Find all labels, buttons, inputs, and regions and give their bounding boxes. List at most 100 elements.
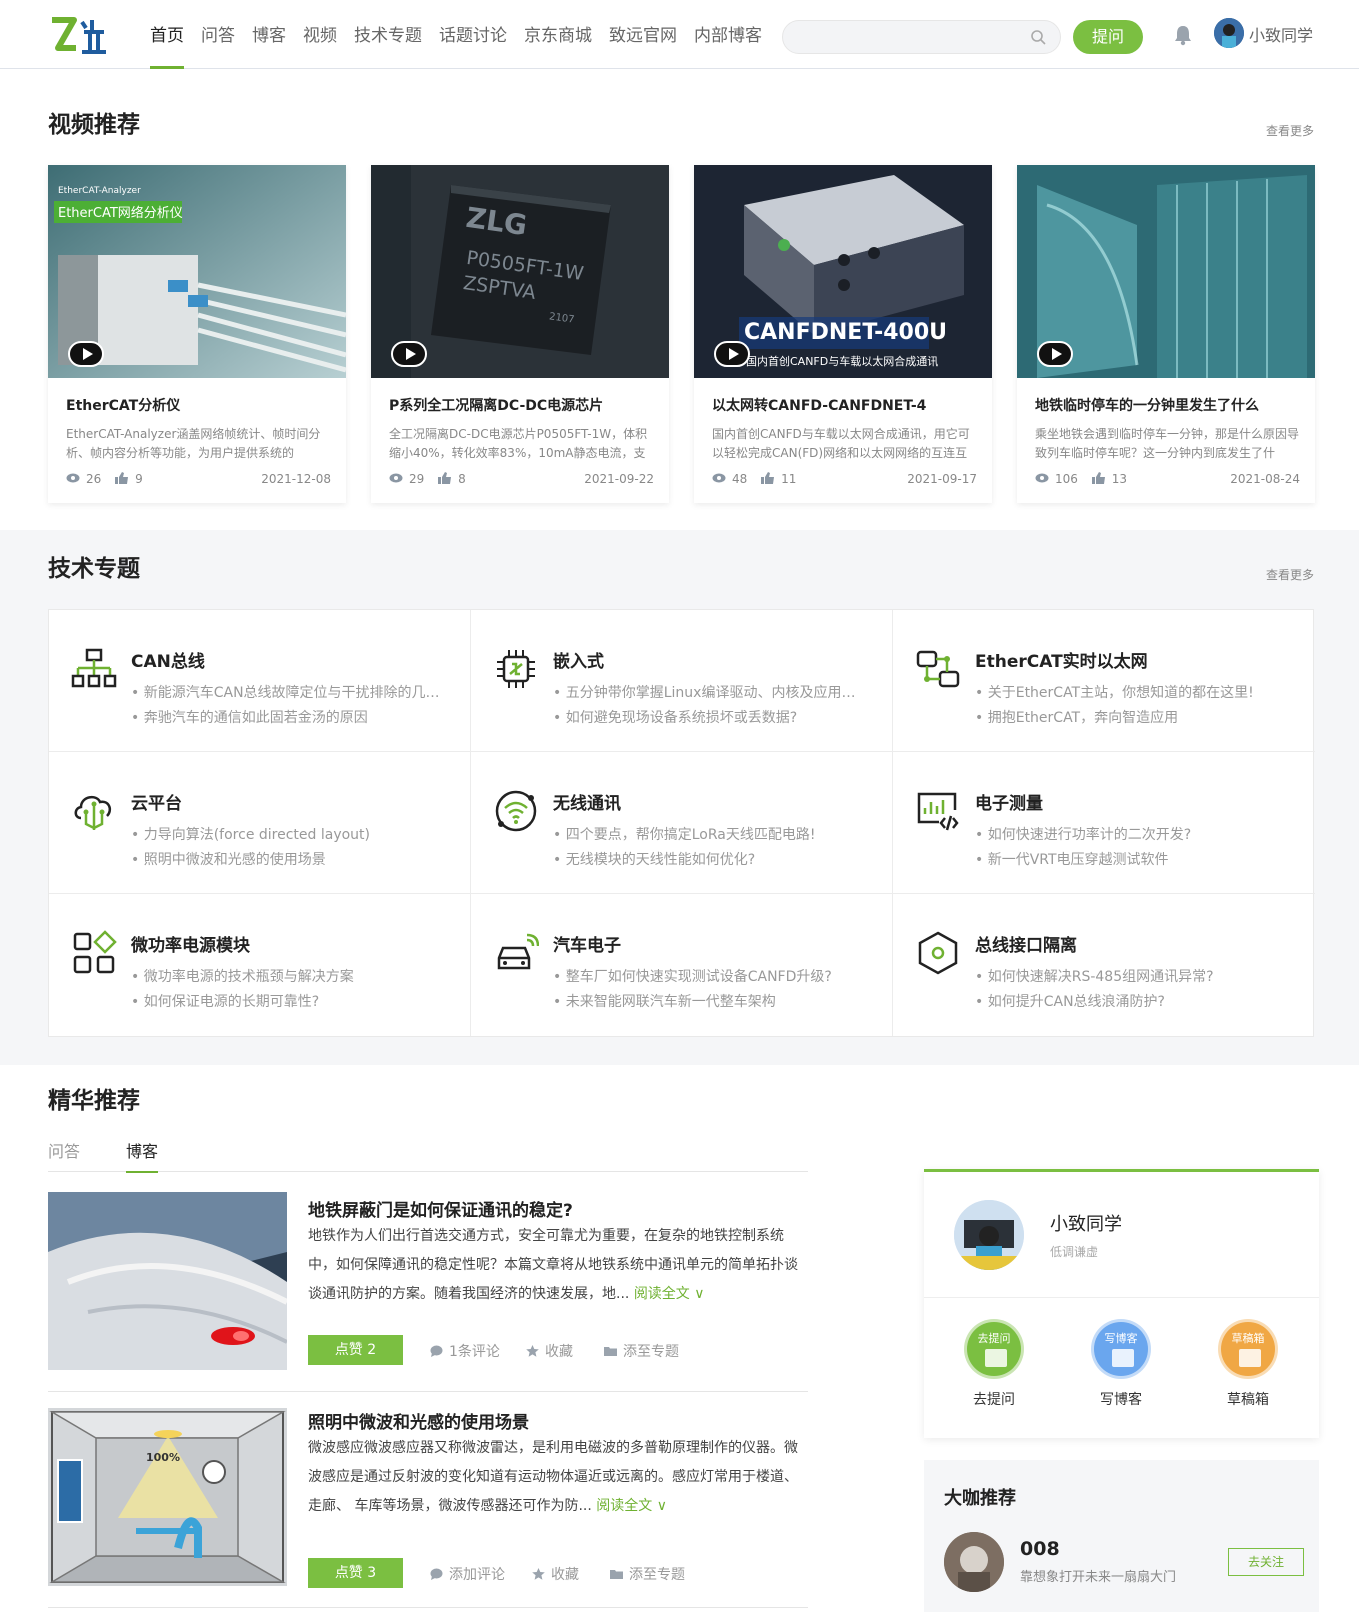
topic-article-link[interactable]: • 力导向算法(force directed layout)	[131, 824, 441, 844]
topic-article-link[interactable]: • 未来智能网联汽车新一代整车架构	[553, 991, 863, 1011]
post-image[interactable]	[48, 1192, 287, 1370]
topic-card[interactable]: 微功率电源模块 • 微功率电源的技术瓶颈与解决方案 • 如何保证电源的长期可靠性…	[49, 894, 471, 1036]
topic-article-link[interactable]: • 五分钟带你掌握Linux编译驱动、内核及应用程序	[553, 682, 863, 702]
nav-topics[interactable]: 技术专题	[354, 0, 422, 69]
play-icon[interactable]	[68, 341, 104, 367]
topic-article-link[interactable]: • 如何保证电源的长期可靠性?	[131, 991, 441, 1011]
topic-name[interactable]: 总线接口隔离	[975, 931, 1077, 956]
topic-article-link[interactable]: • 如何快速解决RS-485组网通讯异常?	[975, 966, 1285, 986]
pen-icon[interactable]: 写博客	[1091, 1319, 1151, 1379]
expert-name[interactable]: 008	[1020, 1538, 1060, 1560]
topic-article-link[interactable]: • 如何避免现场设备系统损坏或丢数据?	[553, 707, 863, 727]
video-thumbnail[interactable]	[1017, 165, 1315, 378]
z-station-logo[interactable]	[48, 14, 112, 58]
thumbs-up-icon[interactable]	[438, 472, 452, 484]
nav-discussion[interactable]: 话题讨论	[439, 0, 507, 69]
video-card[interactable]: ZLG P0505FT-1W ZSPTVA 2107 P系列全工况隔离DC-DC…	[371, 165, 669, 503]
topic-name[interactable]: EtherCAT实时以太网	[975, 647, 1148, 672]
topic-name[interactable]: 云平台	[131, 789, 182, 814]
video-card[interactable]: EtherCAT-Analyzer EtherCAT网络分析仪 EtherCAT…	[48, 165, 346, 503]
video-title[interactable]: P系列全工况隔离DC-DC电源芯片	[389, 395, 603, 415]
video-thumbnail[interactable]: EtherCAT-Analyzer EtherCAT网络分析仪	[48, 165, 346, 378]
avatar[interactable]	[954, 1200, 1024, 1270]
topic-article-link[interactable]: • 整车厂如何快速实现测试设备CANFD升级?	[553, 966, 863, 986]
user-name[interactable]: 小致同学	[1050, 1210, 1122, 1236]
topic-article-link[interactable]: • 照明中微波和光感的使用场景	[131, 849, 441, 869]
ask-button[interactable]: 提问	[1073, 20, 1143, 54]
topic-card[interactable]: 电子测量 • 如何快速进行功率计的二次开发? • 新一代VRT电压穿越测试软件	[893, 752, 1315, 894]
topic-card[interactable]: CAN总线 • 新能源汽车CAN总线故障定位与干扰排除的几… • 奔驰汽车的通信…	[49, 610, 471, 752]
topic-article-link[interactable]: • 无线模块的天线性能如何优化?	[553, 849, 863, 869]
read-more-link[interactable]: 阅读全文 ∨	[596, 1498, 667, 1514]
topics-more-link[interactable]: 查看更多	[1266, 566, 1314, 583]
avatar[interactable]	[1214, 18, 1244, 48]
thumbs-up-icon[interactable]	[1091, 472, 1106, 484]
collect-button[interactable]: 收藏	[526, 1341, 573, 1361]
collect-button[interactable]: 收藏	[532, 1564, 579, 1584]
topic-article-link[interactable]: • 微功率电源的技术瓶颈与解决方案	[131, 966, 441, 986]
topic-article-link[interactable]: • 新一代VRT电压穿越测试软件	[975, 849, 1285, 869]
like-button[interactable]: 点赞 3	[308, 1558, 403, 1588]
topic-card[interactable]: EtherCAT实时以太网 • 关于EtherCAT主站，你想知道的都在这里! …	[893, 610, 1315, 752]
add-to-topic-button[interactable]: 添至专题	[604, 1341, 679, 1361]
nav-video[interactable]: 视频	[303, 0, 337, 69]
tab-blog[interactable]: 博客	[126, 1138, 159, 1173]
nav-internal-blog[interactable]: 内部博客	[694, 0, 762, 69]
topic-name[interactable]: 嵌入式	[553, 647, 604, 672]
bell-icon[interactable]	[1173, 24, 1193, 46]
document-icon[interactable]: 草稿箱	[1218, 1319, 1278, 1379]
nav-home[interactable]: 首页	[150, 0, 184, 69]
topic-name[interactable]: 无线通讯	[553, 789, 621, 814]
post-title[interactable]: 地铁屏蔽门是如何保证通讯的稳定?	[308, 1196, 573, 1221]
topic-card[interactable]: 嵌入式 • 五分钟带你掌握Linux编译驱动、内核及应用程序 • 如何避免现场设…	[471, 610, 893, 752]
video-thumbnail[interactable]: CANFDNET-400U 国内首创CANFD与车载以太网合成通讯	[694, 165, 992, 378]
topic-article-link[interactable]: • 如何快速进行功率计的二次开发?	[975, 824, 1285, 844]
post-title[interactable]: 照明中微波和光感的使用场景	[308, 1408, 529, 1433]
ask-icon[interactable]: 去提问	[964, 1319, 1024, 1379]
header-username[interactable]: 小致同学	[1249, 22, 1313, 46]
play-icon[interactable]	[391, 341, 427, 367]
thumbs-up-icon[interactable]	[761, 472, 775, 484]
play-icon[interactable]	[1037, 341, 1073, 367]
topic-article-link[interactable]: • 如何提升CAN总线浪涌防护?	[975, 991, 1285, 1011]
topic-name[interactable]: 汽车电子	[553, 931, 621, 956]
topic-article-link[interactable]: • 新能源汽车CAN总线故障定位与干扰排除的几…	[131, 682, 441, 702]
topic-card[interactable]: 无线通讯 • 四个要点，帮你搞定LoRa天线匹配电路! • 无线模块的天线性能如…	[471, 752, 893, 894]
avatar[interactable]	[944, 1532, 1004, 1592]
nav-official-site[interactable]: 致远官网	[609, 0, 677, 69]
tab-qa[interactable]: 问答	[48, 1138, 80, 1172]
topic-name[interactable]: 微功率电源模块	[131, 931, 250, 956]
topic-card[interactable]: 总线接口隔离 • 如何快速解决RS-485组网通讯异常? • 如何提升CAN总线…	[893, 894, 1315, 1036]
search-input[interactable]	[783, 21, 1013, 53]
topic-card[interactable]: 云平台 • 力导向算法(force directed layout) • 照明中…	[49, 752, 471, 894]
thumbs-up-icon[interactable]	[115, 472, 129, 484]
video-card[interactable]: 地铁临时停车的一分钟里发生了什么 乘坐地铁会遇到临时停车一分钟，那是什么原因导致…	[1017, 165, 1315, 503]
topic-article-link[interactable]: • 奔驰汽车的通信如此固若金汤的原因	[131, 707, 441, 727]
write-blog-button[interactable]: 写博客 写博客	[1081, 1319, 1161, 1409]
nav-jd-mall[interactable]: 京东商城	[524, 0, 592, 69]
like-button[interactable]: 点赞 2	[308, 1335, 403, 1365]
drafts-button[interactable]: 草稿箱 草稿箱	[1208, 1319, 1288, 1409]
read-more-link[interactable]: 阅读全文 ∨	[634, 1286, 705, 1302]
video-thumbnail[interactable]: ZLG P0505FT-1W ZSPTVA 2107	[371, 165, 669, 378]
video-title[interactable]: 地铁临时停车的一分钟里发生了什么	[1035, 395, 1259, 415]
search-icon[interactable]	[1030, 29, 1046, 45]
topic-name[interactable]: 电子测量	[975, 789, 1043, 814]
follow-button[interactable]: 去关注	[1228, 1548, 1304, 1576]
topic-article-link[interactable]: • 关于EtherCAT主站，你想知道的都在这里!	[975, 682, 1285, 702]
nav-qa[interactable]: 问答	[201, 0, 235, 69]
video-title[interactable]: EtherCAT分析仪	[66, 395, 180, 415]
comment-button[interactable]: 1条评论	[430, 1341, 500, 1361]
post-image[interactable]: 100%	[48, 1408, 287, 1586]
comment-button[interactable]: 添加评论	[430, 1564, 505, 1584]
topic-article-link[interactable]: • 四个要点，帮你搞定LoRa天线匹配电路!	[553, 824, 863, 844]
topic-article-link[interactable]: • 拥抱EtherCAT，奔向智造应用	[975, 707, 1285, 727]
add-to-topic-button[interactable]: 添至专题	[610, 1564, 685, 1584]
topic-name[interactable]: CAN总线	[131, 647, 205, 672]
topic-card[interactable]: 汽车电子 • 整车厂如何快速实现测试设备CANFD升级? • 未来智能网联汽车新…	[471, 894, 893, 1036]
nav-blog[interactable]: 博客	[252, 0, 286, 69]
play-icon[interactable]	[714, 341, 750, 367]
go-ask-button[interactable]: 去提问 去提问	[954, 1319, 1034, 1409]
video-title[interactable]: 以太网转CANFD-CANFDNET-4	[712, 395, 926, 415]
video-more-link[interactable]: 查看更多	[1266, 122, 1314, 139]
